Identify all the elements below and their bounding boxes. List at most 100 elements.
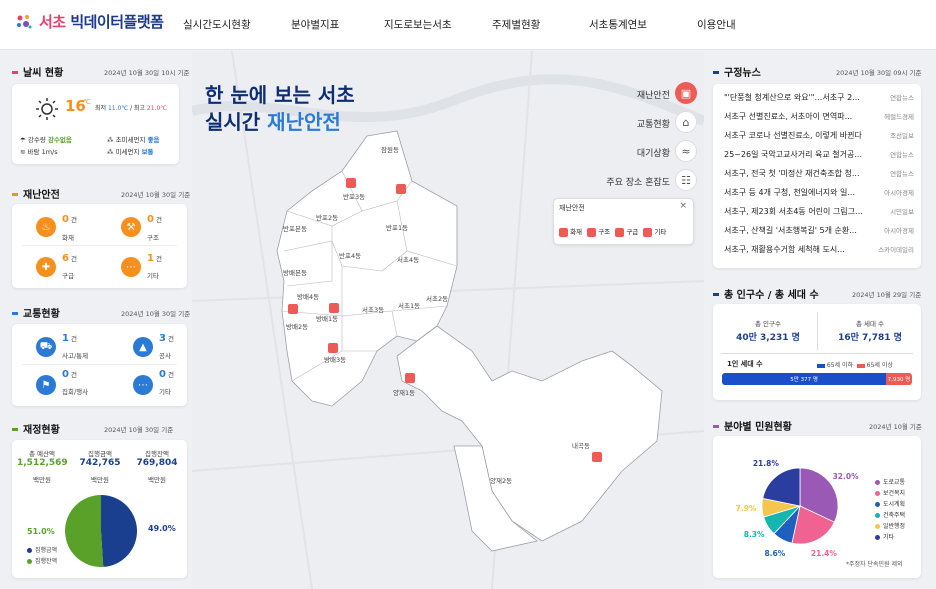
crowd-icon[interactable]: ☷ bbox=[675, 169, 697, 191]
map-category-crowd-label[interactable]: 주요 장소 혼잡도 bbox=[580, 175, 670, 188]
pie-value-label: 8.3% bbox=[743, 529, 765, 539]
news-item[interactable]: 서초구, 산책길 '서초행복길' 5개 순환... 아시아경제 bbox=[724, 225, 914, 238]
disaster-rescue-label: 구조 bbox=[147, 234, 159, 242]
pie-value-label: 21.4% bbox=[810, 549, 837, 559]
legend-swatch bbox=[875, 513, 880, 518]
news-item[interactable]: 서초구, 제23회 서초4동 어린이 그림그... 시민일보 bbox=[724, 206, 914, 219]
hero-line-2-highlight: 재난안전 bbox=[267, 110, 341, 134]
disaster-ambulance-count: 6건 bbox=[62, 253, 77, 264]
traffic-other-count: 0건 bbox=[159, 369, 174, 380]
dong-label-banpo3[interactable]: 반포3동 bbox=[343, 191, 365, 201]
traffic-construction-label: 공사 bbox=[159, 352, 171, 360]
dong-label-banpo4[interactable]: 반포4동 bbox=[339, 250, 361, 260]
logo-prefix: 서초 bbox=[39, 13, 66, 31]
age-legend: 65세 이하 65세 이상 bbox=[817, 360, 893, 369]
map-legend-items: 화재 구조 구급 기타 bbox=[559, 226, 666, 237]
map-category-air-label[interactable]: 대기상황 bbox=[620, 146, 670, 159]
nav-item-indicators[interactable]: 분야별지표 bbox=[291, 17, 339, 32]
map-marker-bangbae3[interactable] bbox=[328, 343, 338, 353]
map-legend-title: 재난안전 bbox=[559, 204, 585, 212]
map-marker-banpo3[interactable] bbox=[346, 178, 356, 188]
map-marker-bangbae4[interactable] bbox=[288, 304, 298, 314]
map-marker-yangjae1[interactable] bbox=[405, 373, 415, 383]
pie-value-label: 32.0% bbox=[832, 472, 859, 482]
complaints-note: *주정차 단속민원 제외 bbox=[846, 561, 903, 568]
dong-label-yangjae2[interactable]: 양재2동 bbox=[490, 475, 512, 485]
ambulance-icon: ✚ bbox=[36, 257, 56, 277]
legend-label: 도로교통 bbox=[883, 479, 906, 486]
alarm-icon[interactable]: ▣ bbox=[675, 82, 697, 104]
finance-legend: 집행금액 집행잔액 bbox=[27, 545, 57, 567]
pie-value-label: 8.6% bbox=[764, 548, 786, 558]
disaster-fire-label: 화재 bbox=[62, 234, 74, 242]
map-legend-close-button[interactable]: × bbox=[679, 201, 687, 211]
dong-label-banpo2[interactable]: 반포2동 bbox=[316, 212, 338, 222]
news-item[interactable]: 서초구, 전국 첫 '미정산 재건축조합 청... 연합뉴스 bbox=[724, 168, 914, 181]
dong-label-bangbae3[interactable]: 방배3동 bbox=[324, 354, 346, 364]
news-item[interactable]: 서초구 등 4개 구청, 천일에너지와 일... 아시아경제 bbox=[724, 187, 914, 200]
news-date: 2024년 10월 30일 09시 기준 bbox=[836, 69, 922, 77]
news-item[interactable]: "'단풍철 청계산으로 와요'"…서초구 2... 연합뉴스 bbox=[724, 92, 914, 105]
nav-item-topics[interactable]: 주제별현황 bbox=[492, 17, 540, 32]
map-legend-item-rescue: 구조 bbox=[598, 228, 611, 236]
dong-label-bangbae2[interactable]: 방배2동 bbox=[286, 321, 308, 331]
more-icon: ⋯ bbox=[133, 375, 153, 395]
pie-slice-remaining bbox=[101, 495, 138, 567]
map-marker-bangbae1[interactable] bbox=[329, 303, 339, 313]
weather-panel: 16 ℃ 최저 11.0℃ / 최고 21.0℃ ☂ 강수량 강수없음 ⁂ 초미… bbox=[12, 84, 179, 164]
logo[interactable]: 서초 빅데이터플랫폼 bbox=[14, 11, 164, 32]
finance-section-title: 재정현황 bbox=[12, 421, 60, 436]
pie-slice-executed bbox=[65, 495, 104, 567]
dong-label-bangbae1[interactable]: 방배1동 bbox=[316, 313, 338, 323]
hero-line-1: 한 눈에 보는 서초 bbox=[205, 83, 355, 107]
air-icon[interactable]: ≈ bbox=[675, 140, 697, 162]
disaster-ambulance-label: 구급 bbox=[62, 272, 74, 280]
map-legend-item-ambulance: 구급 bbox=[626, 228, 639, 236]
map-category-disaster-label[interactable]: 재난안전 bbox=[620, 88, 670, 101]
nav-item-guide[interactable]: 이용안내 bbox=[697, 17, 736, 32]
dong-label-banpobon[interactable]: 반포본동 bbox=[283, 223, 307, 233]
single-household-bar: 5만 377 명 7,930 명 bbox=[722, 373, 912, 385]
legend-label: 기타 bbox=[883, 534, 895, 541]
dong-label-bangbae4[interactable]: 방배4동 bbox=[297, 291, 319, 301]
nav-item-yearbook[interactable]: 서초통계연보 bbox=[589, 17, 647, 32]
dong-label-banpo1[interactable]: 반포1동 bbox=[386, 222, 408, 232]
dong-label-jamwon[interactable]: 잠원동 bbox=[381, 144, 399, 154]
more-icon: ⋯ bbox=[121, 257, 141, 277]
map-legend-popup: 재난안전 × 화재 구조 구급 기타 bbox=[553, 198, 694, 245]
map-marker-jamwon[interactable] bbox=[396, 184, 406, 194]
pie-value-label: 21.8% bbox=[752, 459, 779, 469]
map-marker-naegok[interactable] bbox=[592, 452, 602, 462]
temp-unit: ℃ bbox=[83, 98, 91, 106]
bar-over-65: 7,930 명 bbox=[886, 373, 912, 385]
news-item[interactable]: 서초구 선별진료소, 서초아이 면역파... 헤럴드경제 bbox=[724, 111, 914, 124]
finance-total-budget: 총 예산액 1,512,569 백만원 bbox=[17, 450, 68, 484]
news-item[interactable]: 25~26일 국악고교사거리 육교 철거공... 연합뉴스 bbox=[724, 149, 914, 162]
dong-label-naegok[interactable]: 내곡동 bbox=[572, 440, 590, 450]
dong-label-yangjae1[interactable]: 양재1동 bbox=[393, 387, 415, 397]
dong-label-seocho4[interactable]: 서초4동 bbox=[397, 254, 419, 264]
news-item[interactable]: 서초구 코로나 선별진료소, 이렇게 바뀐다 조선일보 bbox=[724, 130, 914, 143]
rescue-icon bbox=[587, 227, 597, 237]
legend-swatch bbox=[875, 535, 880, 540]
construction-icon: ▲ bbox=[133, 337, 153, 357]
dong-label-bangbaebon[interactable]: 방배본동 bbox=[283, 267, 307, 277]
ambulance-icon bbox=[615, 227, 625, 237]
map-category-traffic-label[interactable]: 교통현황 bbox=[620, 117, 670, 130]
dong-label-seocho2[interactable]: 서초2동 bbox=[426, 293, 448, 303]
top-navigation-bar: 서초 빅데이터플랫폼 실시간도시현황 분야별지표 지도로보는서초 주제별현황 서… bbox=[0, 0, 936, 50]
population-date: 2024년 10월 29일 기준 bbox=[852, 291, 922, 299]
bus-icon[interactable]: ⌂ bbox=[675, 111, 697, 133]
finance-executed: 집행금액 742,765 백만원 bbox=[79, 450, 121, 484]
nav-item-map[interactable]: 지도로보는서초 bbox=[384, 17, 452, 32]
complaints-date: 2024년 10월 기준 bbox=[869, 423, 922, 431]
disaster-panel: ♨ 0건 화재 ⚒ 0건 구조 ✚ 6건 구급 ⋯ 1건 기타 bbox=[12, 204, 187, 288]
nav-item-realtime[interactable]: 실시간도시현황 bbox=[183, 17, 251, 32]
dong-label-seocho3[interactable]: 서초3동 bbox=[362, 304, 384, 314]
dong-label-seocho1[interactable]: 서초1동 bbox=[398, 300, 420, 310]
finance-remaining: 집행잔액 769,804 백만원 bbox=[136, 450, 178, 484]
news-item[interactable]: 서초구, 재활용수거함 세척해 도시... 스카이데일리 bbox=[724, 244, 914, 257]
map-legend-item-fire: 화재 bbox=[570, 228, 583, 236]
legend-item: 건축주택 bbox=[875, 510, 905, 521]
more-icon bbox=[643, 227, 653, 237]
